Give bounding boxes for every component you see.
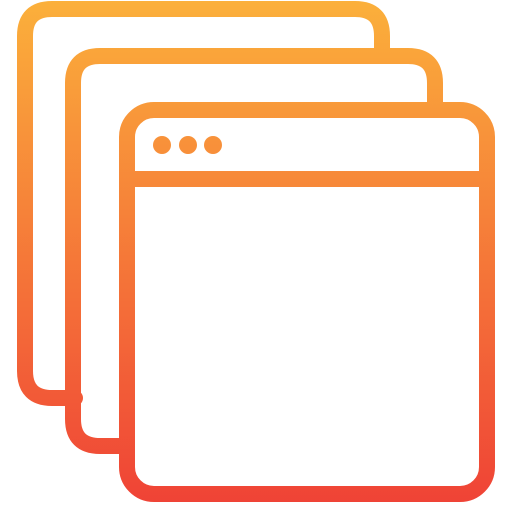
front-window <box>119 102 495 502</box>
window-control-dot-1 <box>153 136 171 154</box>
window-control-dot-3 <box>204 136 222 154</box>
stacked-windows-icon-container <box>0 0 512 512</box>
window-control-dot-2 <box>179 136 197 154</box>
stacked-browser-windows-icon <box>17 1 495 502</box>
